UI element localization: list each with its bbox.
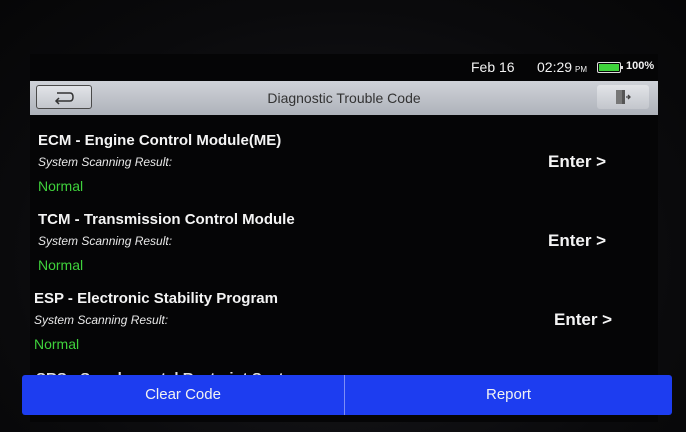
enter-button-tcm[interactable]: Enter >: [548, 231, 606, 251]
status-time: 02:29 PM: [537, 59, 587, 75]
module-name: ECM - Engine Control Module(ME): [38, 132, 282, 149]
exit-button[interactable]: [597, 85, 649, 109]
module-scan-label: System Scanning Result:: [34, 313, 169, 327]
module-status: Normal: [38, 257, 84, 273]
status-bar: Feb 16 02:29 PM 100%: [30, 54, 658, 80]
battery-fill: [599, 64, 619, 71]
enter-button-esp[interactable]: Enter >: [554, 310, 612, 330]
page-title: Diagnostic Trouble Code: [267, 90, 421, 106]
battery-percent: 100%: [626, 60, 655, 72]
title-bar: Diagnostic Trouble Code: [30, 81, 658, 115]
clear-code-button[interactable]: Clear Code: [22, 375, 344, 415]
module-name: ESP - Electronic Stability Program: [34, 290, 278, 307]
device-screen: Feb 16 02:29 PM 100% Diagnostic Trouble C…: [30, 54, 658, 422]
module-scan-label: System Scanning Result:: [38, 234, 173, 248]
status-date: Feb 16: [471, 59, 515, 75]
enter-button-ecm[interactable]: Enter >: [548, 152, 606, 172]
status-ampm: PM: [575, 65, 588, 74]
module-scan-label: System Scanning Result:: [38, 155, 173, 169]
module-status: Normal: [38, 178, 84, 194]
bottom-action-bar: Clear Code Report: [22, 375, 672, 415]
report-button[interactable]: Report: [345, 375, 672, 415]
battery-icon: [597, 62, 623, 73]
module-ecm: ECM - Engine Control Module(ME) System S…: [30, 132, 658, 212]
module-status: Normal: [34, 336, 80, 352]
module-esp: ESP - Electronic Stability Program Syste…: [30, 290, 658, 370]
exit-door-icon: [616, 90, 631, 104]
status-clock: 02:29: [537, 59, 573, 75]
module-tcm: TCM - Transmission Control Module System…: [30, 211, 658, 291]
module-name: TCM - Transmission Control Module: [38, 211, 295, 228]
